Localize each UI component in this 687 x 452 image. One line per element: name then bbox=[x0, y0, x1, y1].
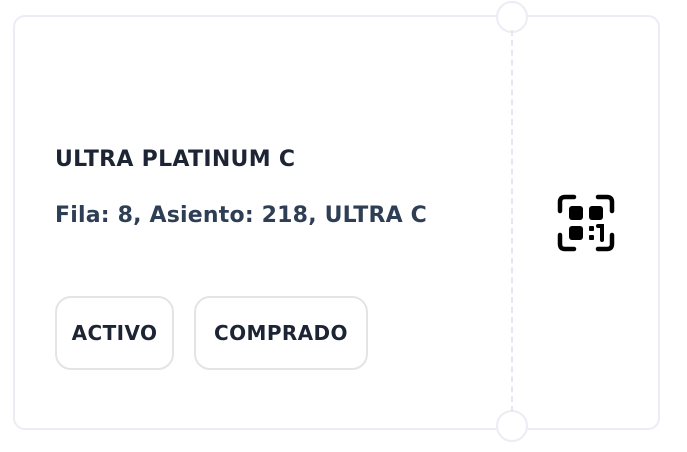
ticket-notch-top bbox=[496, 1, 528, 33]
ticket-seat-details: Fila: 8, Asiento: 218, ULTRA C bbox=[55, 203, 428, 228]
purchase-status-badge: COMPRADO bbox=[194, 296, 368, 370]
ticket-badges: ACTIVO COMPRADO bbox=[55, 296, 368, 370]
ticket-title: ULTRA PLATINUM C bbox=[55, 147, 296, 172]
ticket-info: ULTRA PLATINUM C Fila: 8, Asiento: 218, … bbox=[55, 142, 455, 240]
ticket-notch-bottom bbox=[496, 410, 528, 442]
qr-code-scan-icon bbox=[557, 194, 615, 252]
qr-code-button[interactable] bbox=[552, 189, 620, 257]
ticket-perforation-divider bbox=[511, 30, 513, 412]
status-badge: ACTIVO bbox=[55, 296, 174, 370]
